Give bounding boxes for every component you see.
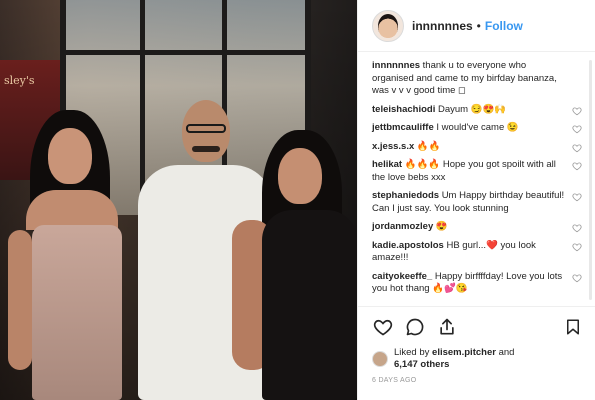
small-heart-icon[interactable] bbox=[572, 106, 582, 116]
likes-and: and bbox=[498, 347, 515, 358]
post-header: innnnnnes • Follow bbox=[358, 0, 595, 52]
liker-avatar[interactable] bbox=[372, 351, 388, 367]
follow-button[interactable]: Follow bbox=[485, 19, 523, 33]
comment-text: Dayum 😏😍🙌 bbox=[438, 103, 507, 115]
caption-username[interactable]: innnnnnes bbox=[372, 60, 420, 71]
comment-username[interactable]: jettbmcauliffe bbox=[372, 122, 434, 133]
share-icon[interactable] bbox=[436, 316, 458, 338]
small-heart-icon[interactable] bbox=[572, 242, 582, 252]
likes-prefix: Liked by bbox=[394, 347, 430, 358]
comment-text: 😍 bbox=[435, 221, 448, 232]
comment-username[interactable]: x.jess.s.x bbox=[372, 141, 414, 152]
post-caption: innnnnnes thank u to everyone who organi… bbox=[372, 60, 584, 98]
small-heart-icon[interactable] bbox=[572, 143, 582, 153]
action-icons-row bbox=[372, 315, 584, 339]
bookmark-icon[interactable] bbox=[562, 316, 584, 338]
comment-item: helikat 🔥🔥🔥 Hope you got spoilt with all… bbox=[372, 159, 584, 184]
heart-outline-icon[interactable] bbox=[372, 316, 394, 338]
small-heart-icon[interactable] bbox=[572, 161, 582, 171]
likes-count[interactable]: 6,147 others bbox=[394, 359, 449, 370]
likes-summary: Liked by elisem.pitcher and 6,147 others bbox=[372, 347, 584, 371]
comment-text: 🔥🔥 bbox=[416, 140, 441, 152]
comment-item: caityokeeffe_ Happy birffffday! Love you… bbox=[372, 271, 584, 296]
post-actions: Liked by elisem.pitcher and 6,147 others… bbox=[358, 306, 595, 400]
comment-item: jordanmozley 😍 bbox=[372, 221, 584, 234]
post-timestamp[interactable]: 6 DAYS AGO bbox=[372, 377, 584, 384]
comment-item: teleishachiodi Dayum 😏😍🙌 bbox=[372, 104, 584, 117]
header-username[interactable]: innnnnnes bbox=[412, 19, 473, 33]
person-left bbox=[8, 110, 138, 400]
avatar[interactable] bbox=[372, 9, 404, 42]
small-heart-icon[interactable] bbox=[572, 273, 582, 283]
sign-text: sley's bbox=[4, 74, 35, 87]
comment-item: x.jess.s.x 🔥🔥 bbox=[372, 141, 584, 154]
comments-scrollbar[interactable] bbox=[589, 60, 592, 300]
comment-item: jettbmcauliffe I would've came 😉 bbox=[372, 122, 584, 135]
small-heart-icon[interactable] bbox=[572, 223, 582, 233]
comment-username[interactable]: stephaniedods bbox=[372, 190, 439, 201]
comment-username[interactable]: helikat bbox=[372, 159, 402, 170]
comment-username[interactable]: jordanmozley bbox=[372, 221, 433, 232]
person-right bbox=[232, 130, 357, 400]
comment-item: kadie.apostolos HB gurl...❤️ you look am… bbox=[372, 240, 584, 265]
window-frame bbox=[60, 50, 310, 55]
avatar-image bbox=[378, 13, 398, 38]
comment-text: I would've came 😉 bbox=[436, 122, 519, 133]
comments-section[interactable]: innnnnnes thank u to everyone who organi… bbox=[358, 52, 595, 306]
comment-username[interactable]: caityokeeffe_ bbox=[372, 271, 432, 282]
comment-username[interactable]: kadie.apostolos bbox=[372, 240, 444, 251]
liker-username[interactable]: elisem.pitcher bbox=[432, 347, 496, 358]
small-heart-icon[interactable] bbox=[572, 192, 582, 202]
comment-item: stephaniedods Um Happy birthday beautifu… bbox=[372, 190, 584, 215]
speech-bubble-icon[interactable] bbox=[404, 316, 426, 338]
post-side-panel: innnnnnes • Follow innnnnnes thank u to … bbox=[357, 0, 595, 400]
comment-username[interactable]: teleishachiodi bbox=[372, 104, 435, 115]
header-separator: • bbox=[476, 18, 481, 33]
likes-text: Liked by elisem.pitcher and 6,147 others bbox=[394, 347, 514, 371]
small-heart-icon[interactable] bbox=[572, 124, 582, 134]
post-photo[interactable]: sley's bbox=[0, 0, 357, 400]
